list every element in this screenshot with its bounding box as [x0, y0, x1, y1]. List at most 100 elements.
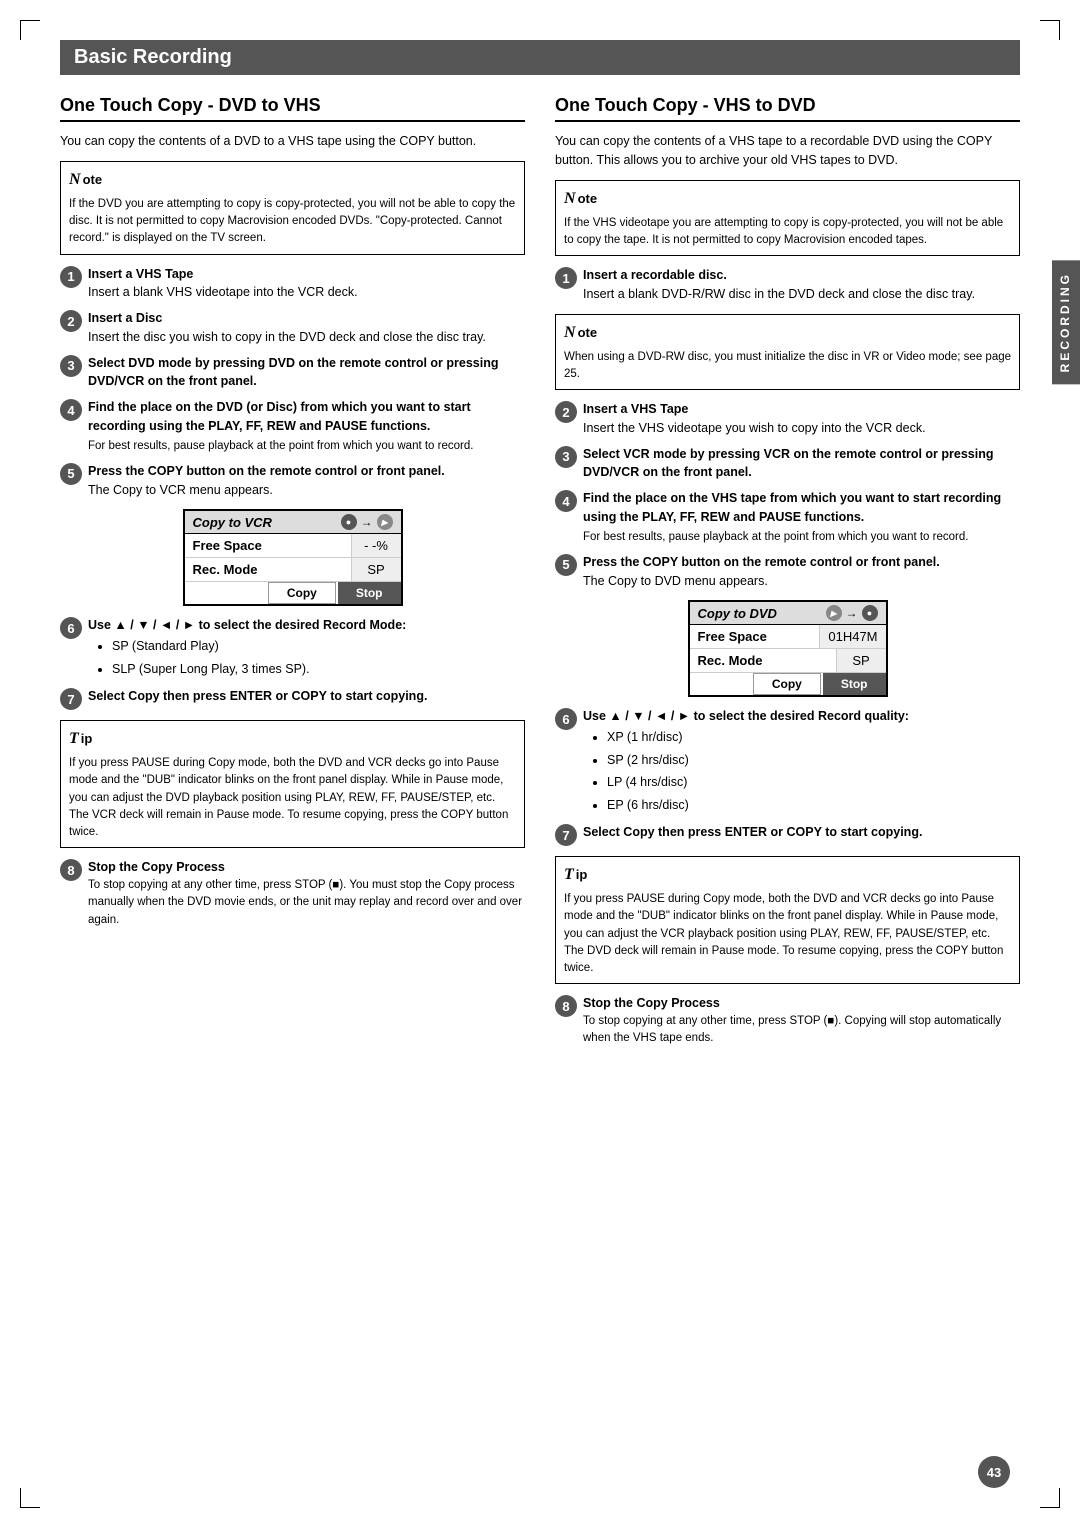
left-note-1-text: If the DVD you are attempting to copy is…: [69, 196, 516, 248]
right-step-8-detail: To stop copying at any other time, press…: [583, 1013, 1020, 1048]
left-step-7: 7 Select Copy then press ENTER or COPY t…: [60, 687, 525, 710]
left-tip-text: If you press PAUSE during Copy mode, bot…: [69, 755, 516, 841]
copy-to-dvd-menu: Copy to DVD ▶ → ● Free Space 01H47M Rec.…: [688, 600, 888, 697]
right-step-5-detail: The Copy to DVD menu appears.: [583, 574, 768, 588]
menu-dvd-recmode-value: SP: [836, 649, 886, 672]
left-intro: You can copy the contents of a DVD to a …: [60, 132, 525, 151]
right-step-7-title: Select Copy then press ENTER or COPY to …: [583, 825, 922, 839]
left-step-6-content: Use ▲ / ▼ / ◄ / ► to select the desired …: [88, 616, 525, 680]
right-tip-text: If you press PAUSE during Copy mode, bot…: [564, 891, 1011, 977]
right-step-6: 6 Use ▲ / ▼ / ◄ / ► to select the desire…: [555, 707, 1020, 816]
left-step-8-num: 8: [60, 859, 82, 881]
right-intro: You can copy the contents of a VHS tape …: [555, 132, 1020, 170]
left-step-2-detail: Insert the disc you wish to copy in the …: [88, 330, 486, 344]
right-step-7-num: 7: [555, 824, 577, 846]
menu-dvd-title-row: Copy to DVD ▶ → ●: [690, 602, 886, 625]
left-step-3-title: Select DVD mode by pressing DVD on the r…: [88, 356, 499, 389]
right-step-7-content: Select Copy then press ENTER or COPY to …: [583, 823, 1020, 842]
menu-vcr-freespace-row: Free Space - -%: [185, 534, 401, 558]
note-n-icon-r: N: [564, 187, 576, 211]
right-step-1-content: Insert a recordable disc. Insert a blank…: [583, 266, 1020, 304]
right-tip-title: T ip: [564, 863, 1011, 887]
left-step-1-detail: Insert a blank VHS videotape into the VC…: [88, 285, 358, 299]
left-step-5: 5 Press the COPY button on the remote co…: [60, 462, 525, 500]
tip-t-icon-r: T: [564, 863, 574, 887]
left-step-1-num: 1: [60, 266, 82, 288]
menu-vcr-freespace-value: - -%: [351, 534, 401, 557]
right-step-3: 3 Select VCR mode by pressing VCR on the…: [555, 445, 1020, 483]
bullet-xp: XP (1 hr/disc): [607, 726, 1020, 749]
right-step-2-title: Insert a VHS Tape: [583, 402, 688, 416]
left-step-1: 1 Insert a VHS Tape Insert a blank VHS v…: [60, 265, 525, 303]
bullet-ep: EP (6 hrs/disc): [607, 794, 1020, 817]
circle-icon: ●: [341, 514, 357, 530]
left-step-4-content: Find the place on the DVD (or Disc) from…: [88, 398, 525, 455]
left-step-6-num: 6: [60, 617, 82, 639]
left-step-5-title: Press the COPY button on the remote cont…: [88, 464, 445, 478]
right-step-8-title: Stop the Copy Process: [583, 996, 720, 1010]
page-container: RECORDING 43 Basic Recording One Touch C…: [0, 0, 1080, 1528]
stop-button-vcr[interactable]: Stop: [338, 582, 401, 604]
menu-vcr-recmode-value: SP: [351, 558, 401, 581]
right-step-4-num: 4: [555, 490, 577, 512]
right-step-2-content: Insert a VHS Tape Insert the VHS videota…: [583, 400, 1020, 438]
left-step-1-title: Insert a VHS Tape: [88, 267, 193, 281]
right-step-6-title: Use ▲ / ▼ / ◄ / ► to select the desired …: [583, 709, 909, 723]
right-note-1-text: If the VHS videotape you are attempting …: [564, 215, 1011, 250]
right-note-1: N ote If the VHS videotape you are attem…: [555, 180, 1020, 257]
menu-dvd-freespace-label: Free Space: [690, 625, 820, 648]
left-step-2: 2 Insert a Disc Insert the disc you wish…: [60, 309, 525, 347]
menu-dvd-icons: ▶ → ●: [826, 605, 878, 621]
copy-to-vcr-menu: Copy to VCR ● → ▶ Free Space - -% Rec. M…: [183, 509, 403, 606]
left-step-5-content: Press the COPY button on the remote cont…: [88, 462, 525, 500]
right-step-5-title: Press the COPY button on the remote cont…: [583, 555, 940, 569]
right-step-5-content: Press the COPY button on the remote cont…: [583, 553, 1020, 591]
note-n-icon-r2: N: [564, 321, 576, 345]
stop-button-dvd[interactable]: Stop: [823, 673, 886, 695]
right-note-2-title: N ote: [564, 321, 1011, 345]
left-step-3-content: Select DVD mode by pressing DVD on the r…: [88, 354, 525, 392]
tip-ip-label-r: ip: [576, 865, 588, 885]
tip-ip-label: ip: [81, 729, 93, 749]
menu-vcr-freespace-label: Free Space: [185, 534, 351, 557]
bullet-sp: SP (Standard Play): [112, 635, 525, 658]
right-step-2: 2 Insert a VHS Tape Insert the VHS video…: [555, 400, 1020, 438]
right-step-8: 8 Stop the Copy Process To stop copying …: [555, 994, 1020, 1047]
left-step-1-content: Insert a VHS Tape Insert a blank VHS vid…: [88, 265, 525, 303]
right-step-4: 4 Find the place on the VHS tape from wh…: [555, 489, 1020, 546]
menu-dvd-buttons-row: Copy Stop: [690, 673, 886, 695]
left-step-5-detail: The Copy to VCR menu appears.: [88, 483, 273, 497]
copy-button-dvd[interactable]: Copy: [753, 673, 821, 695]
right-step-5-num: 5: [555, 554, 577, 576]
right-step-4-content: Find the place on the VHS tape from whic…: [583, 489, 1020, 546]
left-note-1-title: N ote: [69, 168, 516, 192]
menu-vcr-title: Copy to VCR: [193, 515, 272, 530]
menu-dvd-recmode-label: Rec. Mode: [690, 649, 836, 672]
right-step-8-content: Stop the Copy Process To stop copying at…: [583, 994, 1020, 1047]
right-step-1-num: 1: [555, 267, 577, 289]
left-step-5-num: 5: [60, 463, 82, 485]
right-step-2-num: 2: [555, 401, 577, 423]
left-step-8-content: Stop the Copy Process To stop copying at…: [88, 858, 525, 929]
page-title: Basic Recording: [60, 40, 1020, 75]
left-step-7-title: Select Copy then press ENTER or COPY to …: [88, 689, 427, 703]
corner-mark-bl: [20, 1488, 40, 1508]
right-step-2-detail: Insert the VHS videotape you wish to cop…: [583, 421, 926, 435]
menu-dvd-buttons: Copy Stop: [690, 673, 886, 695]
left-step-6: 6 Use ▲ / ▼ / ◄ / ► to select the desire…: [60, 616, 525, 680]
right-step-3-num: 3: [555, 446, 577, 468]
left-step-4-num: 4: [60, 399, 82, 421]
corner-mark-br: [1040, 1488, 1060, 1508]
right-step-6-bullets: XP (1 hr/disc) SP (2 hrs/disc) LP (4 hrs…: [593, 726, 1020, 816]
arrow-icon: →: [361, 515, 373, 529]
left-tip-box: T ip If you press PAUSE during Copy mode…: [60, 720, 525, 848]
tip-t-icon: T: [69, 727, 79, 751]
left-step-7-num: 7: [60, 688, 82, 710]
dvd-arrow-icon: →: [846, 606, 858, 620]
left-step-2-num: 2: [60, 310, 82, 332]
copy-button-vcr[interactable]: Copy: [268, 582, 336, 604]
left-step-8-detail: To stop copying at any other time, press…: [88, 877, 525, 929]
right-step-1: 1 Insert a recordable disc. Insert a bla…: [555, 266, 1020, 304]
right-step-1-title: Insert a recordable disc.: [583, 268, 727, 282]
dvd-circle-icon: ●: [862, 605, 878, 621]
